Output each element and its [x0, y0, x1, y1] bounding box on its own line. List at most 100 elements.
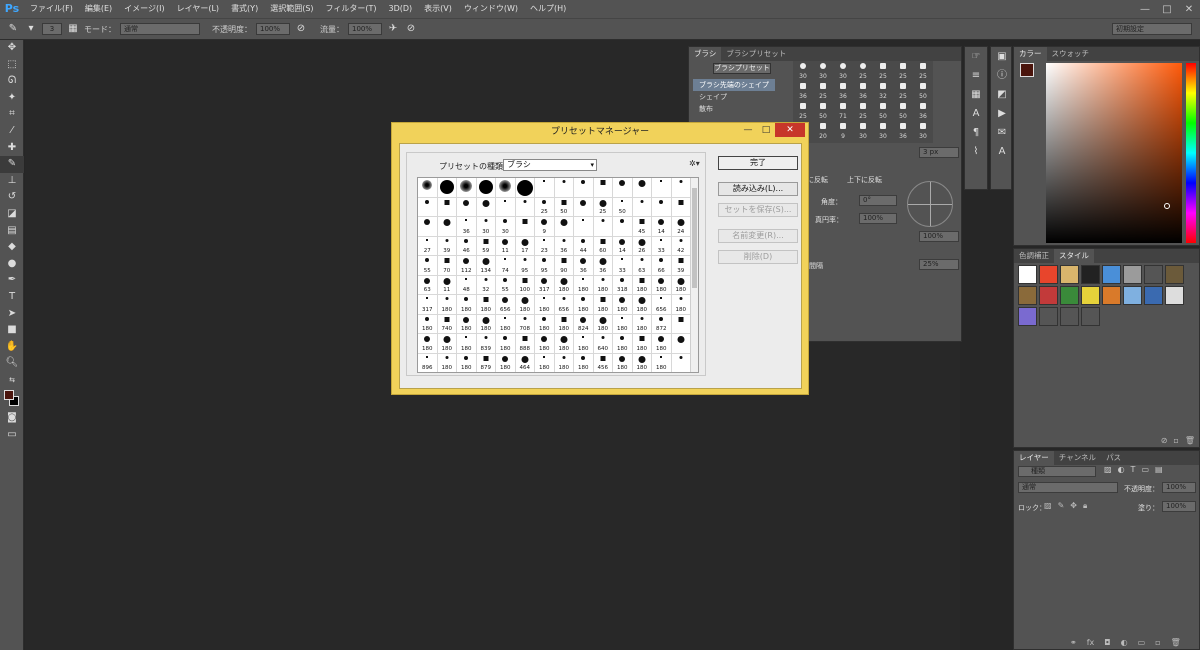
preset-thumb[interactable]: 180 [496, 334, 516, 354]
preset-thumb[interactable]: 640 [593, 334, 613, 354]
preset-thumb[interactable]: 32 [476, 275, 496, 295]
preset-thumb[interactable]: 180 [632, 334, 652, 354]
menu-select[interactable]: 選択範囲(S) [264, 0, 319, 18]
menu-type[interactable]: 書式(Y) [225, 0, 264, 18]
preset-thumb[interactable]: 95 [515, 256, 535, 276]
lock-transparency-icon[interactable]: ▨ [1044, 501, 1052, 511]
preset-thumb[interactable]: 27 [418, 236, 438, 256]
brush-tip-item[interactable]: 50 [813, 101, 833, 121]
preset-thumb[interactable]: 33 [613, 256, 633, 276]
preset-thumb[interactable]: 656 [496, 295, 516, 315]
layer-opacity-input[interactable]: 100% [1162, 482, 1196, 493]
new-layer-icon[interactable]: ▫ [1155, 638, 1160, 647]
pressure-size-icon[interactable]: ⊘ [404, 22, 418, 36]
preset-thumb[interactable]: 55 [418, 256, 438, 276]
brush-tip-item[interactable]: 25 [853, 101, 873, 121]
path-select-tool-icon[interactable]: ➤ [0, 306, 24, 323]
style-swatch[interactable] [1060, 286, 1079, 305]
preset-thumb[interactable]: 63 [632, 256, 652, 276]
menu-filter[interactable]: フィルター(T) [320, 0, 383, 18]
style-swatch[interactable] [1165, 286, 1184, 305]
airbrush-icon[interactable]: ✈ [386, 22, 400, 36]
preset-thumb[interactable]: 180 [418, 314, 438, 334]
lock-position-icon[interactable]: ✥ [1070, 501, 1077, 511]
link-layers-icon[interactable]: ⚭ [1070, 638, 1077, 647]
preset-thumb[interactable]: 36 [457, 217, 477, 237]
preset-thumb[interactable]: 839 [476, 334, 496, 354]
preset-thumb[interactable]: 90 [554, 256, 574, 276]
healing-brush-tool-icon[interactable]: ✚ [0, 140, 24, 157]
dialog-minimize-icon[interactable]: — [739, 123, 757, 137]
adjustment-layer-icon[interactable]: ◐ [1121, 638, 1128, 647]
shape-tool-icon[interactable]: ■ [0, 322, 24, 339]
eraser-tool-icon[interactable]: ◪ [0, 206, 24, 223]
preset-thumb[interactable] [632, 197, 652, 217]
menu-layer[interactable]: レイヤー(L) [171, 0, 225, 18]
preset-thumb[interactable]: 180 [613, 353, 633, 372]
preset-thumb[interactable]: 656 [652, 295, 672, 315]
color-swatches[interactable] [0, 388, 23, 410]
dodge-tool-icon[interactable]: ● [0, 256, 24, 273]
preset-thumb[interactable]: 824 [574, 314, 594, 334]
preset-thumb[interactable]: 70 [437, 256, 457, 276]
filter-adjustment-icon[interactable]: ◐ [1118, 465, 1125, 474]
preset-thumb[interactable] [457, 178, 477, 198]
comment-icon[interactable]: ✉ [991, 123, 1013, 142]
preset-thumb[interactable]: 180 [613, 334, 633, 354]
opacity-input[interactable]: 100% [256, 23, 290, 35]
preset-thumb[interactable]: 896 [418, 353, 438, 372]
preset-thumb[interactable] [593, 178, 613, 198]
flip-y-checkbox[interactable]: 上下に反転 [847, 175, 882, 185]
preset-thumb[interactable]: 180 [593, 314, 613, 334]
shape-dynamics-item[interactable]: シェイプ [693, 91, 775, 103]
preset-grid[interactable]: 25 50 25 50 36 30 30 9 45 14 24 27 39 46 59 11 17 23 36 44 6… [417, 177, 699, 373]
style-swatch[interactable] [1039, 307, 1058, 326]
preset-thumb[interactable]: 180 [632, 275, 652, 295]
filter-shape-icon[interactable]: ▭ [1141, 465, 1149, 474]
preset-thumb[interactable]: 25 [535, 197, 555, 217]
preset-thumb[interactable] [574, 217, 594, 237]
style-swatch[interactable] [1060, 307, 1079, 326]
tab-brush-presets[interactable]: ブラシプリセット [721, 47, 791, 61]
brush-tool-icon[interactable]: ✎ [6, 22, 20, 36]
dialog-close-icon[interactable]: ✕ [775, 123, 805, 137]
preset-thumb[interactable] [554, 217, 574, 237]
type-tool-icon[interactable]: T [0, 289, 24, 306]
preset-thumb[interactable] [496, 197, 516, 217]
preset-thumb[interactable]: 180 [476, 295, 496, 315]
preset-thumb[interactable]: 180 [632, 314, 652, 334]
preset-thumb[interactable]: 180 [457, 295, 477, 315]
preset-thumb[interactable]: 33 [652, 236, 672, 256]
preset-thumb[interactable]: 180 [555, 353, 574, 372]
preset-thumb[interactable] [671, 178, 691, 198]
marquee-tool-icon[interactable]: ⬚ [0, 57, 24, 74]
preset-thumb[interactable]: 180 [457, 334, 477, 354]
style-swatch[interactable] [1018, 307, 1037, 326]
preset-thumb[interactable]: 888 [515, 334, 535, 354]
brush-tip-item[interactable]: 50 [893, 101, 913, 121]
gear-icon[interactable]: ✲▾ [689, 159, 700, 168]
preset-thumb[interactable]: 95 [535, 256, 555, 276]
brush-panel-toggle-icon[interactable]: ▦ [66, 22, 80, 36]
pressure-opacity-icon[interactable]: ⊘ [294, 22, 308, 36]
brush-tip-item[interactable]: 30 [853, 121, 873, 141]
preset-thumb[interactable]: 180 [496, 353, 516, 372]
preset-thumb[interactable] [476, 197, 496, 217]
menu-image[interactable]: イメージ(I) [118, 0, 170, 18]
style-swatch[interactable] [1102, 265, 1121, 284]
preset-thumb[interactable]: 317 [418, 295, 438, 315]
tab-channels[interactable]: チャンネル [1054, 451, 1101, 465]
preset-thumb[interactable]: 180 [418, 334, 438, 354]
preset-thumb[interactable]: 180 [671, 295, 691, 315]
preset-thumb[interactable] [515, 178, 535, 198]
preset-thumb[interactable]: 180 [496, 314, 516, 334]
preset-thumb[interactable]: 134 [476, 256, 496, 276]
foreground-color-swatch[interactable] [1020, 63, 1034, 77]
preset-thumb[interactable]: 24 [671, 217, 691, 237]
preset-thumb[interactable]: 55 [496, 275, 516, 295]
preset-thumb[interactable]: 180 [574, 295, 594, 315]
style-swatch[interactable] [1039, 265, 1058, 284]
brush-tip-item[interactable]: 32 [873, 81, 893, 101]
angle-input[interactable]: 0° [859, 195, 897, 206]
load-button[interactable]: 読み込み(L)... [718, 182, 798, 196]
